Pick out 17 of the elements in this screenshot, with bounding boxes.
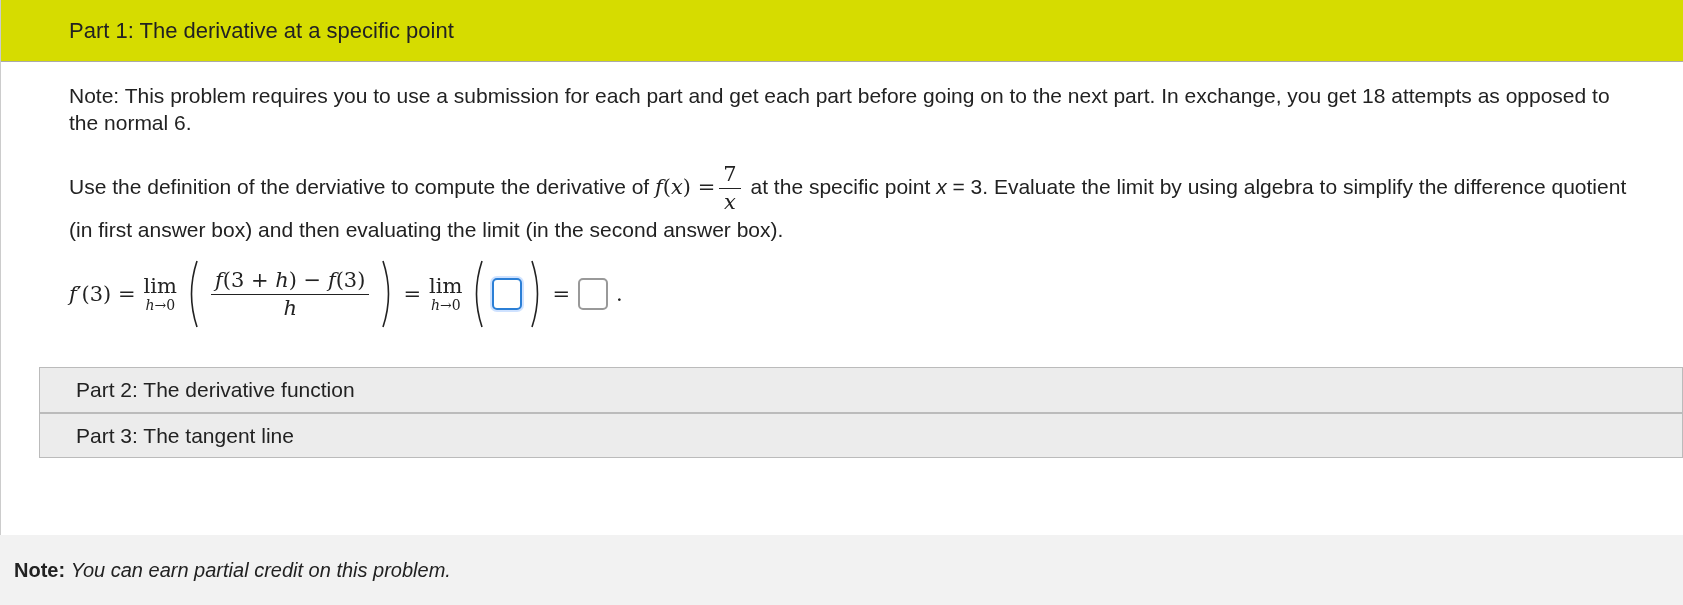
- equals-sign: =: [403, 280, 422, 308]
- part-header[interactable]: Part 1: The derivative at a specific point: [1, 0, 1683, 62]
- limit-subscript: h→0: [430, 298, 461, 314]
- answer-box[interactable]: [578, 278, 608, 311]
- answer-box[interactable]: [492, 278, 523, 311]
- limit-subscript: h→0: [145, 298, 176, 314]
- limit-label: lim: [143, 275, 177, 299]
- part-header[interactable]: Part 2: The derivative function: [39, 367, 1683, 413]
- limit-label: lim: [429, 275, 463, 299]
- equals-sign: =: [552, 280, 570, 308]
- note-text: Note: This problem requires you to use a submission for each part and get each part before going on to the next part. In exchange, you get 18 attempts as opposed to the normal 6.: [69, 83, 1611, 137]
- fraction-denominator: h: [283, 295, 297, 322]
- period-mark: .: [616, 280, 623, 308]
- partial-credit-note: Note: You can earn partial credit on this problem.: [13, 558, 452, 583]
- part-header[interactable]: Part 3: The tangent line: [39, 413, 1683, 459]
- fraction-numerator: f(3 + h) − f(3): [210, 266, 370, 295]
- formula-lhs: f′(3) =: [69, 280, 136, 308]
